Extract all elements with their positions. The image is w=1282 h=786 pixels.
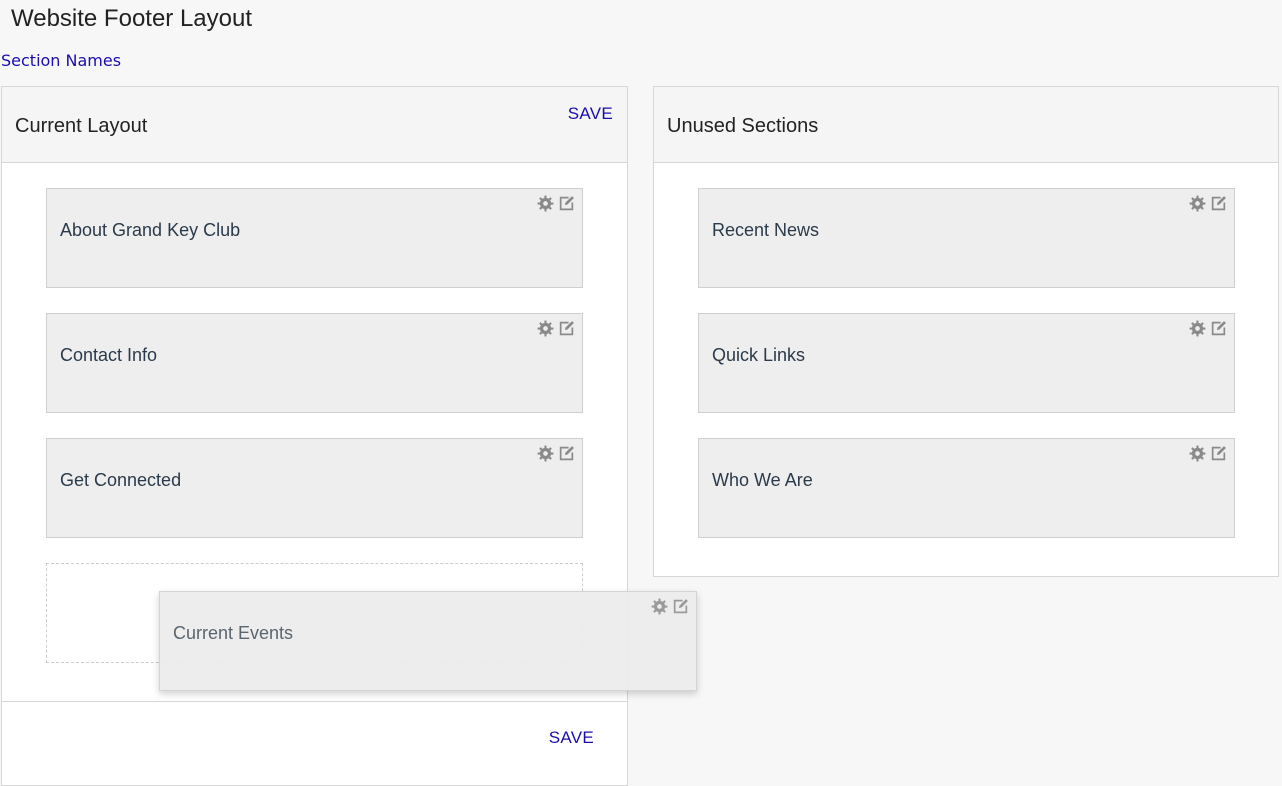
section-card-label: Current Events (173, 623, 294, 643)
page-title: Website Footer Layout (11, 5, 253, 32)
section-card-label: Get Connected (60, 470, 182, 490)
card-actions (1189, 445, 1227, 462)
section-card-label: Recent News (712, 220, 820, 240)
edit-icon[interactable] (558, 195, 575, 212)
edit-icon[interactable] (558, 445, 575, 462)
gear-icon[interactable] (537, 445, 554, 462)
gear-icon[interactable] (651, 598, 668, 615)
section-card-quick-links[interactable]: Quick Links (698, 313, 1235, 413)
card-actions (651, 598, 689, 615)
section-card-contact[interactable]: Contact Info (46, 313, 583, 413)
section-card-label: About Grand Key Club (60, 220, 241, 240)
unused-sections-panel: Unused Sections Recent News Quick Links … (653, 86, 1279, 577)
section-card-get-connected[interactable]: Get Connected (46, 438, 583, 538)
edit-icon[interactable] (672, 598, 689, 615)
card-actions (537, 320, 575, 337)
section-card-recent-news[interactable]: Recent News (698, 188, 1235, 288)
edit-icon[interactable] (1210, 320, 1227, 337)
gear-icon[interactable] (1189, 195, 1206, 212)
section-card-current-events-dragging[interactable]: Current Events (159, 591, 697, 691)
card-actions (1189, 195, 1227, 212)
card-actions (1189, 320, 1227, 337)
gear-icon[interactable] (1189, 320, 1206, 337)
section-card-label: Quick Links (712, 345, 806, 365)
gear-icon[interactable] (1189, 445, 1206, 462)
card-actions (537, 195, 575, 212)
section-card-who-we-are[interactable]: Who We Are (698, 438, 1235, 538)
unused-sections-title: Unused Sections (667, 115, 819, 137)
gear-icon[interactable] (537, 195, 554, 212)
edit-icon[interactable] (1210, 445, 1227, 462)
section-names-link[interactable]: Section Names (1, 51, 121, 70)
section-card-about[interactable]: About Grand Key Club (46, 188, 583, 288)
section-card-label: Who We Are (712, 470, 813, 490)
save-button-top[interactable]: SAVE (568, 104, 613, 124)
current-layout-header: Current Layout SAVE (2, 87, 627, 163)
current-layout-title: Current Layout (15, 115, 148, 137)
edit-icon[interactable] (1210, 195, 1227, 212)
card-actions (537, 445, 575, 462)
unused-sections-header: Unused Sections (654, 87, 1278, 163)
save-button-bottom[interactable]: SAVE (549, 728, 594, 748)
section-card-label: Contact Info (60, 345, 158, 365)
edit-icon[interactable] (558, 320, 575, 337)
current-layout-footer: SAVE (2, 701, 627, 785)
gear-icon[interactable] (537, 320, 554, 337)
